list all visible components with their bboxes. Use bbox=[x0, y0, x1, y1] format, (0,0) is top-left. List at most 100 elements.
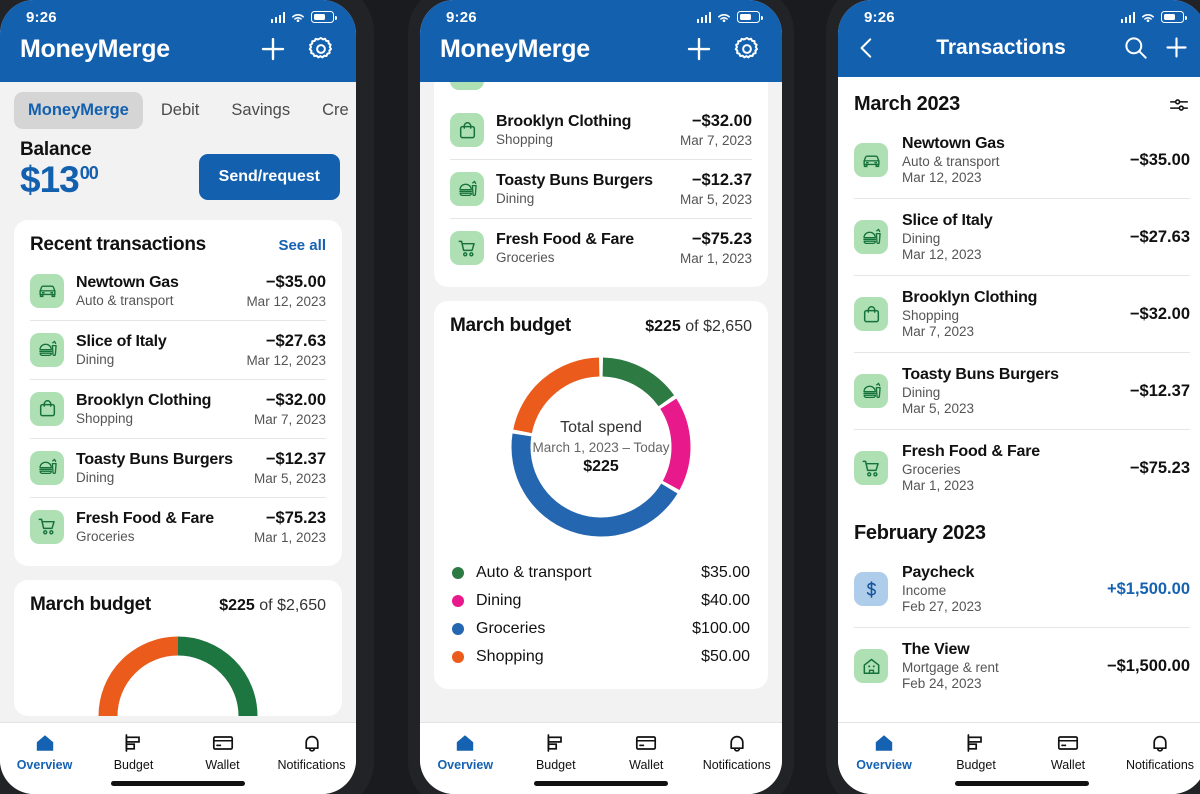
category-badge bbox=[450, 172, 484, 206]
tab-credit[interactable]: Cre bbox=[308, 92, 356, 129]
nav-item-overview[interactable]: Overview bbox=[838, 731, 930, 772]
filter-sliders-icon[interactable] bbox=[1168, 94, 1190, 116]
table-row[interactable]: Slice of Italy Dining Mar 12, 2023 −$27.… bbox=[854, 198, 1190, 275]
category-badge bbox=[30, 391, 64, 426]
shopping-bag-icon bbox=[459, 121, 475, 138]
table-row[interactable]: Toasty Buns Burgers Dining −$12.37 Mar 5… bbox=[30, 437, 326, 497]
wifi-icon bbox=[1142, 13, 1154, 22]
plus-icon[interactable] bbox=[1163, 34, 1190, 61]
shopping-cart-icon bbox=[862, 460, 879, 476]
home-indicator bbox=[534, 781, 668, 786]
category-badge bbox=[854, 374, 888, 408]
table-row[interactable]: Toasty Buns Burgers Dining −$12.37 Mar 5… bbox=[450, 159, 752, 218]
month-title: February 2023 bbox=[854, 522, 986, 544]
table-row[interactable]: Newtown Gas Auto & transport −$35.00 Mar… bbox=[30, 262, 326, 320]
transaction-name: Toasty Buns Burgers bbox=[76, 450, 233, 468]
table-row[interactable]: Slice of Italy Dining −$27.63 Mar 12, 20… bbox=[30, 319, 326, 379]
nav-item-wallet[interactable]: Wallet bbox=[1022, 731, 1114, 772]
donut-center-amount: $225 bbox=[583, 457, 619, 475]
gear-icon[interactable] bbox=[732, 34, 762, 64]
shopping-bag-icon bbox=[39, 400, 55, 417]
budget-limit: of $2,650 bbox=[254, 596, 326, 614]
legend-label: Groceries bbox=[476, 620, 546, 637]
nav-item-overview[interactable]: Overview bbox=[0, 731, 89, 772]
screenshot-stage: 9:26 MoneyMerge MoneyMerge Debit Savings… bbox=[0, 0, 1200, 794]
gear-icon[interactable] bbox=[306, 34, 336, 64]
phone-2-screen: 9:26 MoneyMerge Brooklyn Clothing Shoppi… bbox=[420, 0, 782, 794]
donut-center-title: Total spend bbox=[560, 418, 642, 436]
transaction-date: Mar 7, 2023 bbox=[679, 133, 752, 148]
transaction-date: Mar 1, 2023 bbox=[902, 478, 975, 493]
legend-label: Dining bbox=[476, 592, 522, 609]
cellular-bars-icon bbox=[270, 11, 285, 23]
table-row[interactable]: Fresh Food & Fare Groceries −$75.23 Mar … bbox=[450, 218, 752, 277]
tab-moneymerge[interactable]: MoneyMerge bbox=[14, 92, 143, 129]
transaction-amount: −$27.63 bbox=[265, 331, 326, 350]
wifi-icon bbox=[718, 13, 730, 22]
dollar-sign-icon bbox=[866, 580, 876, 598]
tab-debit[interactable]: Debit bbox=[147, 92, 214, 129]
status-bar-2: 9:26 bbox=[420, 0, 782, 34]
transaction-category: Dining bbox=[902, 385, 941, 400]
transaction-date: Feb 27, 2023 bbox=[902, 599, 982, 614]
march-budget-card-1: March budget $225 of $2,650 bbox=[14, 579, 342, 716]
plus-icon[interactable] bbox=[684, 34, 714, 64]
status-bar-3: 9:26 bbox=[838, 0, 1200, 34]
march-budget-summary: $225 of $2,650 bbox=[219, 597, 326, 615]
march-budget-title: March budget bbox=[30, 593, 151, 615]
transaction-name: Fresh Food & Fare bbox=[496, 231, 634, 248]
nav-item-notifications[interactable]: Notifications bbox=[267, 731, 356, 772]
balance-cents: 00 bbox=[79, 162, 99, 183]
phone-1-screen: 9:26 MoneyMerge MoneyMerge Debit Savings… bbox=[0, 0, 356, 794]
transaction-name: Newtown Gas bbox=[902, 135, 1005, 152]
nav-item-notifications[interactable]: Notifications bbox=[1114, 731, 1200, 772]
burger-drink-icon bbox=[862, 381, 881, 398]
donut-center-label: Total spend March 1, 2023 – Today $225 bbox=[503, 349, 699, 545]
table-row[interactable]: Toasty Buns Burgers Dining Mar 5, 2023 −… bbox=[854, 352, 1190, 429]
transaction-amount: −$35.00 bbox=[265, 272, 326, 291]
march-budget-title: March budget bbox=[450, 315, 571, 336]
search-icon[interactable] bbox=[1122, 34, 1149, 61]
table-row[interactable]: Fresh Food & Fare Groceries −$75.23 Mar … bbox=[30, 496, 326, 556]
table-row[interactable]: Newtown Gas Auto & transport Mar 12, 202… bbox=[854, 122, 1190, 198]
transaction-name: Toasty Buns Burgers bbox=[496, 172, 653, 189]
table-row[interactable]: Brooklyn Clothing Shopping −$32.00 Mar 7… bbox=[30, 378, 326, 438]
nav-item-budget[interactable]: Budget bbox=[89, 731, 178, 772]
nav-item-wallet[interactable]: Wallet bbox=[601, 731, 692, 772]
table-row[interactable]: Brooklyn Clothing Shopping Mar 7, 2023 −… bbox=[854, 275, 1190, 352]
transaction-name: Fresh Food & Fare bbox=[902, 443, 1040, 460]
bar-chart-icon bbox=[547, 734, 562, 752]
transaction-name: Fresh Food & Fare bbox=[76, 509, 214, 527]
nav-item-budget[interactable]: Budget bbox=[511, 731, 602, 772]
nav-item-budget[interactable]: Budget bbox=[930, 731, 1022, 772]
march-budget-card-2: March budget $225 of $2,650 Total spend … bbox=[434, 301, 768, 689]
tab-savings[interactable]: Savings bbox=[217, 92, 304, 129]
status-time: 9:26 bbox=[446, 8, 477, 26]
table-row[interactable]: Paycheck Income Feb 27, 2023 +$1,500.00 bbox=[854, 551, 1190, 627]
table-row[interactable]: Fresh Food & Fare Groceries Mar 1, 2023 … bbox=[854, 429, 1190, 506]
see-all-link[interactable]: See all bbox=[278, 237, 326, 254]
transaction-amount: −$1,500.00 bbox=[1106, 656, 1190, 675]
transaction-name: Paycheck bbox=[902, 564, 975, 581]
table-row[interactable]: Brooklyn Clothing Shopping −$32.00 Mar 7… bbox=[450, 101, 752, 159]
table-row-partial[interactable]: Dining Mar 12, 2023 bbox=[450, 82, 752, 101]
transaction-category: Auto & transport bbox=[76, 292, 174, 308]
send-request-button[interactable]: Send/request bbox=[198, 153, 340, 200]
chevron-left-icon[interactable] bbox=[854, 35, 880, 61]
car-icon bbox=[862, 155, 880, 167]
nav-item-notifications[interactable]: Notifications bbox=[692, 731, 783, 772]
battery-icon bbox=[737, 11, 763, 23]
nav-item-wallet[interactable]: Wallet bbox=[178, 731, 267, 772]
status-bar: 9:26 bbox=[0, 0, 356, 34]
plus-icon[interactable] bbox=[258, 34, 288, 64]
badge-partial bbox=[450, 82, 484, 90]
balance-amount: $1300 bbox=[20, 160, 99, 200]
credit-card-icon bbox=[636, 736, 657, 750]
phone-frame-1: 9:26 MoneyMerge MoneyMerge Debit Savings… bbox=[0, 0, 374, 794]
chart-legend: Auto & transport $35.00 Dining $40.00 Gr… bbox=[450, 555, 752, 679]
nav-item-overview[interactable]: Overview bbox=[420, 731, 511, 772]
wifi-icon bbox=[292, 13, 304, 22]
transaction-date: Mar 12, 2023 bbox=[902, 170, 982, 185]
table-row[interactable]: The View Mortgage & rent Feb 24, 2023 −$… bbox=[854, 627, 1190, 704]
category-badge bbox=[30, 450, 64, 485]
